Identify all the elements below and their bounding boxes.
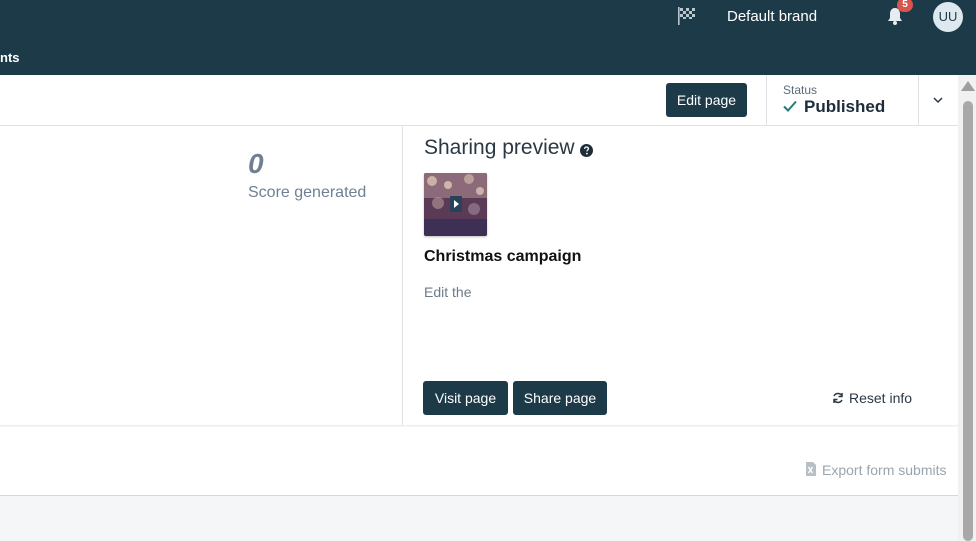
top-header: Default brand 5 UU nts [0, 0, 976, 75]
scroll-thumb[interactable] [963, 101, 973, 541]
notification-badge: 5 [897, 0, 913, 12]
status-label: Status [783, 83, 818, 97]
scroll-up-arrow[interactable] [961, 81, 975, 91]
flag-icon[interactable] [676, 6, 696, 26]
preview-image [424, 173, 487, 236]
status-value: Published [804, 97, 886, 116]
visit-page-button[interactable]: Visit page [423, 381, 508, 415]
avatar[interactable]: UU [933, 2, 963, 32]
export-section: Export form submits [0, 427, 958, 496]
page-toolbar: Edit page Status Published [0, 75, 958, 126]
help-icon[interactable] [580, 144, 593, 157]
column-divider [402, 126, 403, 425]
nav-tab-partial[interactable]: nts [0, 50, 20, 65]
campaign-description: Edit the [424, 284, 472, 300]
status-selector[interactable]: Status Published [766, 75, 919, 126]
vertical-scrollbar[interactable] [958, 75, 976, 541]
reset-info-label: Reset info [849, 390, 913, 406]
page-content: 0 Score generated Sharing preview Christ… [0, 126, 958, 426]
score-value: 0 [248, 148, 264, 179]
brand-selector[interactable]: Default brand [727, 8, 817, 25]
score-label: Score generated [248, 184, 367, 201]
edit-page-button[interactable]: Edit page [666, 83, 747, 117]
chevron-down-icon[interactable] [930, 92, 946, 108]
export-form-submits-link[interactable]: Export form submits [822, 462, 946, 478]
campaign-title: Christmas campaign [424, 248, 582, 265]
preview-thumbnail [424, 173, 487, 236]
share-page-button[interactable]: Share page [513, 381, 607, 415]
sharing-preview-title: Sharing preview [424, 136, 575, 159]
check-icon [783, 100, 797, 112]
refresh-icon [833, 392, 843, 404]
excel-file-icon [806, 462, 816, 476]
